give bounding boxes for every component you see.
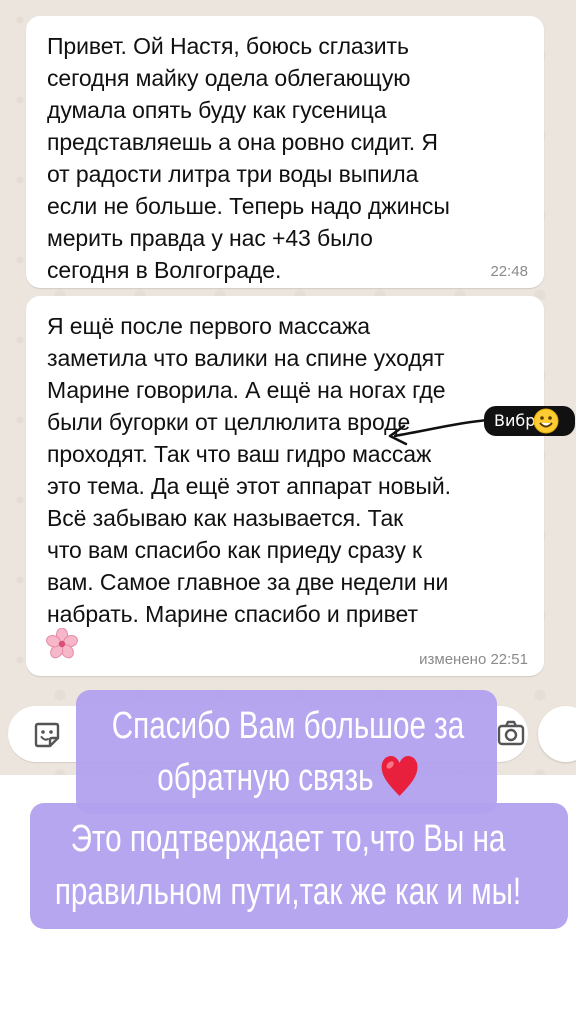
story-text-line: правильном пути,так же как и мы! (54, 871, 522, 913)
story-text-line: Это подтверждает то,что Вы на (70, 818, 506, 860)
story-text-line: Спасибо Вам большое за (111, 705, 465, 747)
annotation-label: Вибро (484, 406, 576, 436)
message-time: изменено 22:51 (419, 651, 528, 668)
mic-button[interactable] (538, 706, 576, 762)
message-time: 22:48 (490, 263, 528, 280)
red-heart-icon (381, 756, 418, 796)
story-text-line: обратную связь (157, 757, 374, 799)
message-text: Я ещё после первого массажа заметила что… (47, 313, 451, 627)
annotation-arrow (388, 418, 491, 446)
smiley-icon (533, 408, 559, 434)
message-text: Привет. Ой Настя, боюсь сглазить сегодня… (47, 33, 450, 283)
message-bubble-incoming-edited[interactable]: Я ещё после первого массажа заметила что… (26, 296, 544, 676)
message-bubble-incoming[interactable]: Привет. Ой Настя, боюсь сглазить сегодня… (26, 16, 544, 288)
cherry-blossom-icon (46, 628, 78, 659)
story-text-line-with-heart: обратную связь (40, 752, 536, 804)
